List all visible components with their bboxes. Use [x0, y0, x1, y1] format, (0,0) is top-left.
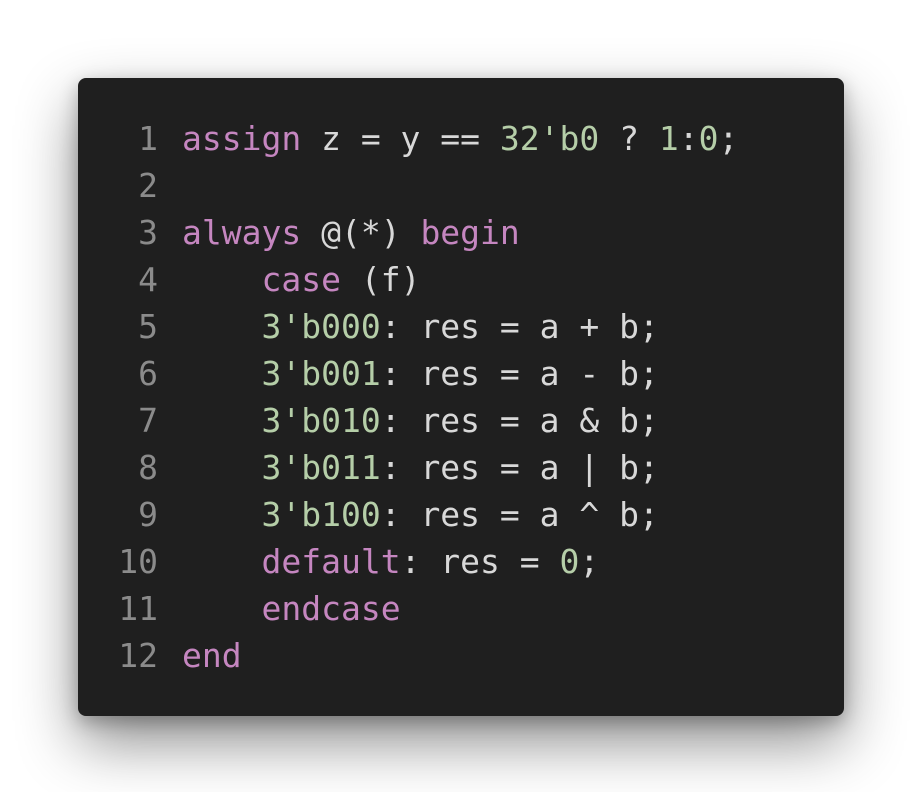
- code-token: :: [678, 119, 699, 158]
- literal-token: 32'b0: [499, 119, 600, 158]
- line-number: 4: [138, 260, 158, 299]
- literal-token: 3'b000: [261, 307, 381, 346]
- keyword-token: case: [261, 260, 341, 299]
- line-code: default: res = 0;: [182, 538, 599, 585]
- gutter-gap: [158, 444, 182, 491]
- code-token: ==: [440, 119, 481, 158]
- code-token: : res =: [400, 542, 560, 581]
- line-code: 3'b011: res = a | b;: [182, 444, 659, 491]
- literal-token: 3'b011: [261, 448, 381, 487]
- line-code: 3'b100: res = a ^ b;: [182, 491, 659, 538]
- code-line: 1 assign z = y == 32'b0 ? 1:0;: [78, 115, 844, 162]
- gutter-gap: [158, 350, 182, 397]
- line-code: endcase: [182, 585, 401, 632]
- code-line: 7 3'b010: res = a & b;: [78, 397, 844, 444]
- gutter-gap: [158, 209, 182, 256]
- code-line: 4 case (f): [78, 256, 844, 303]
- code-token: (f): [340, 260, 421, 299]
- gutter-gap: [158, 397, 182, 444]
- line-number: 7: [138, 401, 158, 440]
- code-token: : res = a ^ b;: [380, 495, 659, 534]
- code-line: 6 3'b001: res = a - b;: [78, 350, 844, 397]
- literal-token: 3'b010: [261, 401, 381, 440]
- code-token: : res = a - b;: [380, 354, 659, 393]
- code-token: ;: [579, 542, 600, 581]
- literal-token: 0: [559, 542, 580, 581]
- code-token: ;: [718, 119, 739, 158]
- gutter-gap: [158, 632, 182, 679]
- code-line: 8 3'b011: res = a | b;: [78, 444, 844, 491]
- code-line: 2: [78, 162, 844, 209]
- line-number: 12: [118, 636, 158, 675]
- keyword-token: default: [261, 542, 401, 581]
- gutter-gap: [158, 256, 182, 303]
- line-number: 6: [138, 354, 158, 393]
- line-number: 10: [118, 542, 158, 581]
- code-lines: 1 assign z = y == 32'b0 ? 1:0; 2 3 always @(…: [78, 115, 844, 679]
- line-code: 3'b010: res = a & b;: [182, 397, 659, 444]
- gutter-gap: [158, 491, 182, 538]
- code-token: ?: [599, 119, 659, 158]
- line-number: 9: [138, 495, 158, 534]
- line-code: case (f): [182, 256, 420, 303]
- code-token: : res = a & b;: [380, 401, 659, 440]
- gutter-gap: [158, 538, 182, 585]
- code-line: 11 endcase: [78, 585, 844, 632]
- gutter-gap: [158, 162, 182, 209]
- line-code: end: [182, 632, 242, 679]
- line-code: 3'b001: res = a - b;: [182, 350, 659, 397]
- keyword-token: end: [182, 636, 242, 675]
- literal-token: 3'b001: [261, 354, 381, 393]
- code-line: 5 3'b000: res = a + b;: [78, 303, 844, 350]
- code-editor-panel: 1 assign z = y == 32'b0 ? 1:0; 2 3 always @(…: [78, 78, 844, 716]
- literal-token: 1: [658, 119, 679, 158]
- keyword-token: always: [182, 213, 302, 252]
- code-line: 10 default: res = 0;: [78, 538, 844, 585]
- line-code: 3'b000: res = a + b;: [182, 303, 659, 350]
- keyword-token: endcase: [261, 589, 401, 628]
- code-token: : res = a | b;: [380, 448, 659, 487]
- keyword-token: begin: [420, 213, 520, 252]
- line-number: 8: [138, 448, 158, 487]
- code-token: : res = a + b;: [380, 307, 659, 346]
- gutter-gap: [158, 585, 182, 632]
- keyword-token: assign: [182, 119, 302, 158]
- code-line: 12 end: [78, 632, 844, 679]
- line-number: 2: [138, 166, 158, 205]
- line-number: 5: [138, 307, 158, 346]
- code-line: 9 3'b100: res = a ^ b;: [78, 491, 844, 538]
- code-line: 3 always @(*) begin: [78, 209, 844, 256]
- line-code: assign z = y == 32'b0 ? 1:0;: [182, 115, 738, 162]
- code-token: @(*): [301, 213, 421, 252]
- literal-token: 0: [698, 119, 719, 158]
- line-code: always @(*) begin: [182, 209, 520, 256]
- code-token: z = y: [301, 119, 441, 158]
- line-number: 3: [138, 213, 158, 252]
- gutter-gap: [158, 303, 182, 350]
- gutter-gap: [158, 115, 182, 162]
- line-number: 11: [118, 589, 158, 628]
- literal-token: 3'b100: [261, 495, 381, 534]
- line-number: 1: [138, 119, 158, 158]
